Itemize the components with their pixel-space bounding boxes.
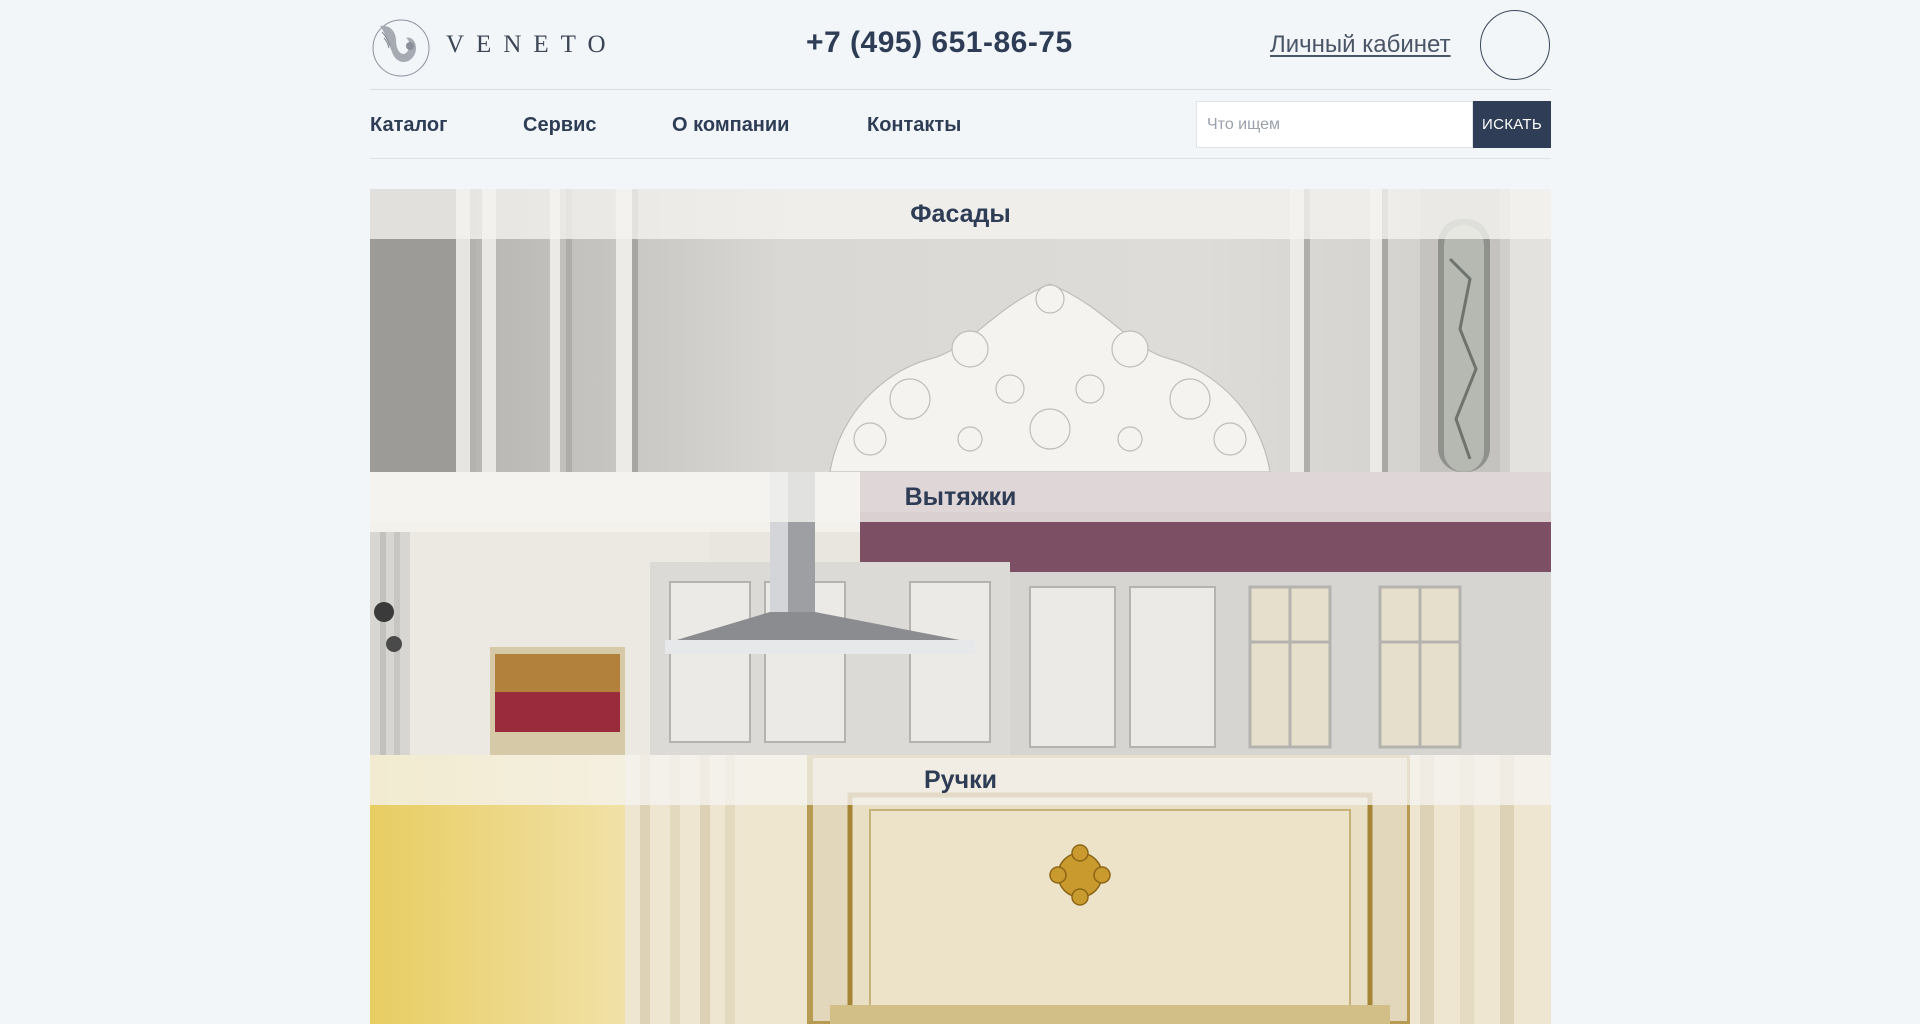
category-title-bar: Вытяжки bbox=[370, 472, 1551, 522]
category-title: Вытяжки bbox=[904, 482, 1017, 511]
category-card-hoods[interactable]: Вытяжки bbox=[370, 472, 1551, 755]
brand-name: VENETO bbox=[446, 31, 618, 58]
search-button[interactable]: ИСКАТЬ bbox=[1473, 101, 1551, 148]
phone-number[interactable]: +7 (495) 651-86-75 bbox=[806, 26, 1073, 60]
page-container: VENETO +7 (495) 651-86-75 Личный кабинет… bbox=[370, 0, 1551, 1024]
category-card-facades[interactable]: Фасады bbox=[370, 189, 1551, 472]
search-form: ИСКАТЬ bbox=[1196, 101, 1551, 148]
winged-lion-logo-icon bbox=[372, 19, 430, 77]
main-nav: Каталог Сервис О компании Контакты ИСКАТ… bbox=[370, 91, 1551, 159]
nav-item-about[interactable]: О компании bbox=[672, 114, 789, 137]
user-avatar[interactable] bbox=[1480, 10, 1550, 80]
personal-account-link[interactable]: Личный кабинет bbox=[1270, 31, 1451, 59]
site-header: VENETO +7 (495) 651-86-75 Личный кабинет bbox=[370, 0, 1551, 90]
search-input[interactable] bbox=[1196, 101, 1473, 148]
category-title-bar: Ручки bbox=[370, 755, 1551, 805]
category-title: Ручки bbox=[924, 765, 997, 794]
category-card-handles[interactable]: Ручки bbox=[370, 755, 1551, 1024]
category-title: Фасады bbox=[910, 199, 1011, 228]
nav-item-contacts[interactable]: Контакты bbox=[867, 114, 961, 137]
nav-item-catalog[interactable]: Каталог bbox=[370, 114, 447, 137]
nav-item-service[interactable]: Сервис bbox=[523, 114, 597, 137]
category-title-bar: Фасады bbox=[370, 189, 1551, 239]
brand-logo[interactable]: VENETO bbox=[370, 12, 618, 78]
